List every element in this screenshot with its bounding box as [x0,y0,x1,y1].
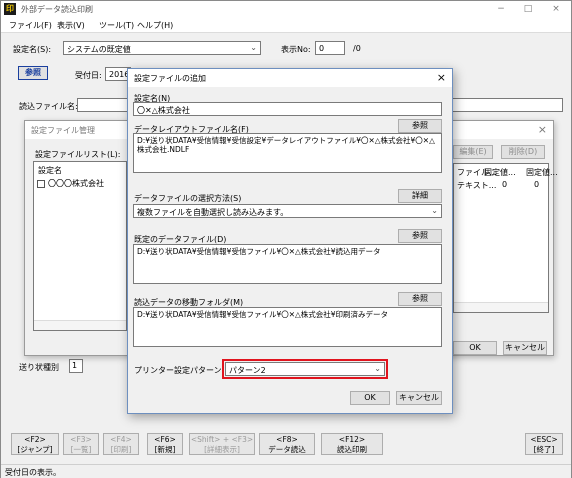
status-text: 受付日の表示。 [5,468,61,477]
default-file-browse-button[interactable]: 参照 [398,229,442,243]
app-icon: 印 [4,3,16,15]
select-method-label: データファイルの選択方法(S) [134,194,242,203]
f4-print-button[interactable]: <F4> [印刷] [103,433,139,455]
receive-date-label: 受付日: [75,71,102,80]
layout-file-value: D:¥送り状DATA¥受信情報¥受信設定¥データレイアウトファイル¥〇✕△株式会… [137,136,435,154]
partial-type-field[interactable]: 1 [69,359,83,373]
detail-cell-fixed2: 0 [534,180,540,189]
setting-name-value: システムの既定値 [67,45,131,54]
partial-type-value: 1 [72,361,78,370]
f2-key-text: <F2> [24,435,46,444]
setting-name-label: 設定名(S): [13,45,52,54]
col-fixed1-header: 固定値... [484,168,516,177]
chevron-down-icon: ⌄ [431,206,438,215]
setting-file-list[interactable]: 設定名 〇〇〇株式会社 [33,161,127,331]
maximize-icon[interactable]: □ [516,2,540,16]
move-folder-value: D:¥送り状DATA¥受信情報¥受信ファイル¥〇✕△株式会社¥印刷済みデータ [137,310,389,319]
printer-pattern-value: パターン2 [229,366,266,375]
add-setting-file-dialog: 設定ファイルの追加 × 設定名(N) 〇✕△株式会社 データレイアウトファイル名… [127,68,453,414]
f8-label-text: データ読込 [268,445,306,454]
manager-close-icon[interactable]: × [538,123,547,136]
list-item-label: 〇〇〇株式会社 [48,179,104,188]
chevron-down-icon: ⌄ [374,364,381,373]
partial-type-label: 送り状種別 [19,363,59,372]
minimize-icon[interactable]: − [489,2,513,16]
setting-name-input-value: 〇✕△株式会社 [137,106,190,115]
layout-file-input[interactable]: D:¥送り状DATA¥受信情報¥受信設定¥データレイアウトファイル¥〇✕△株式会… [133,133,442,173]
select-method-dropdown[interactable]: 複数ファイルを自動選択し読み込みます。 ⌄ [133,204,442,218]
default-data-file-input[interactable]: D:¥送り状DATA¥受信情報¥受信ファイル¥〇✕△株式会社¥読込用データ [133,244,442,284]
detail-scrollbar[interactable] [454,302,548,312]
f6-new-button[interactable]: <F6> [新規] [147,433,183,455]
f3-label-text: [一覧] [70,445,92,454]
shift-f3-key-text: <Shift> + <F3> [190,435,254,444]
delete-button[interactable]: 削除(D) [501,145,545,159]
f2-jump-button[interactable]: <F2> [ジャンプ] [11,433,59,455]
move-folder-input[interactable]: D:¥送り状DATA¥受信情報¥受信ファイル¥〇✕△株式会社¥印刷済みデータ [133,307,442,347]
setting-name-col-header: 設定名 [38,166,62,175]
display-no-stepper[interactable]: 0 [315,41,345,55]
detail-button[interactable]: 詳細 [398,189,442,203]
move-folder-browse-button[interactable]: 参照 [398,292,442,306]
list-scrollbar[interactable] [34,320,126,330]
detail-cell-file: テキスト... [457,181,497,190]
add-dialog-title-bar: 設定ファイルの追加 × [128,69,452,87]
menu-view[interactable]: 表示(V) [57,20,85,31]
shift-f3-detail-button[interactable]: <Shift> + <F3> [詳細表示] [189,433,255,455]
manager-ok-button[interactable]: OK [453,341,497,355]
manager-title: 設定ファイル管理 [31,126,95,135]
add-ok-button[interactable]: OK [350,391,390,405]
menu-tools[interactable]: ツール(T) [99,20,134,31]
menu-help[interactable]: ヘルプ(H) [137,20,173,31]
display-no-value: 0 [319,44,325,53]
main-browse-button[interactable]: 参照 [18,66,48,80]
col-fixed2-header: 固定値... [526,168,558,177]
detail-cell-fixed1: 0 [502,180,508,189]
status-bar: 受付日の表示。 [1,464,571,478]
f6-key-text: <F6> [154,435,176,444]
window-title: 外部データ読込印刷 [21,5,93,14]
f12-read-print-button[interactable]: <F12> 読込印刷 [321,433,383,455]
f12-key-text: <F12> [338,435,366,444]
read-file-label: 読込ファイル名: [19,102,78,111]
list-item[interactable]: 〇〇〇株式会社 [37,178,104,189]
add-cancel-button[interactable]: キャンセル [396,391,442,405]
setting-name-select[interactable]: システムの既定値 ⌄ [63,41,261,55]
f6-label-text: [新規] [154,445,176,454]
esc-label-text: [終了] [533,445,555,454]
shift-f3-label-text: [詳細表示] [204,445,240,454]
checkbox-icon[interactable] [37,179,45,188]
f4-label-text: [印刷] [110,445,132,454]
close-icon[interactable]: × [544,2,568,16]
f3-list-button[interactable]: <F3> [一覧] [63,433,99,455]
chevron-down-icon: ⌄ [250,43,257,52]
menu-file[interactable]: ファイル(F) [9,20,52,31]
printer-pattern-dropdown[interactable]: パターン2 ⌄ [225,362,385,376]
setting-detail-table: ファイル... 固定値... 固定値... テキスト... 0 0 [453,163,558,313]
select-method-value: 複数ファイルを自動選択し読み込みます。 [137,208,289,217]
title-bar: 印 外部データ読込印刷 − □ × [1,1,571,17]
menu-bar: ファイル(F) 表示(V) ツール(T) ヘルプ(H) [1,17,571,33]
esc-key-text: <ESC> [530,435,558,444]
setting-file-list-label: 設定ファイルリスト(L): [35,150,121,159]
esc-exit-button[interactable]: <ESC> [終了] [525,433,563,455]
f4-key-text: <F4> [110,435,132,444]
f8-data-read-button[interactable]: <F8> データ読込 [259,433,315,455]
display-no-total: /0 [353,44,361,53]
printer-pattern-label: プリンター設定パターン(P): [134,366,236,375]
add-dialog-close-icon[interactable]: × [437,71,446,84]
layout-browse-button[interactable]: 参照 [398,119,442,133]
f8-key-text: <F8> [276,435,298,444]
manager-cancel-button[interactable]: キャンセル [503,341,547,355]
f12-label-text: 読込印刷 [337,445,367,454]
display-no-label: 表示No: [281,45,311,54]
add-dialog-title: 設定ファイルの追加 [134,74,206,83]
edit-button[interactable]: 編集(E) [453,145,493,159]
f2-label-text: [ジャンプ] [17,445,53,454]
f3-key-text: <F3> [70,435,92,444]
setting-name-input[interactable]: 〇✕△株式会社 [133,102,442,116]
default-data-file-value: D:¥送り状DATA¥受信情報¥受信ファイル¥〇✕△株式会社¥読込用データ [137,247,381,256]
